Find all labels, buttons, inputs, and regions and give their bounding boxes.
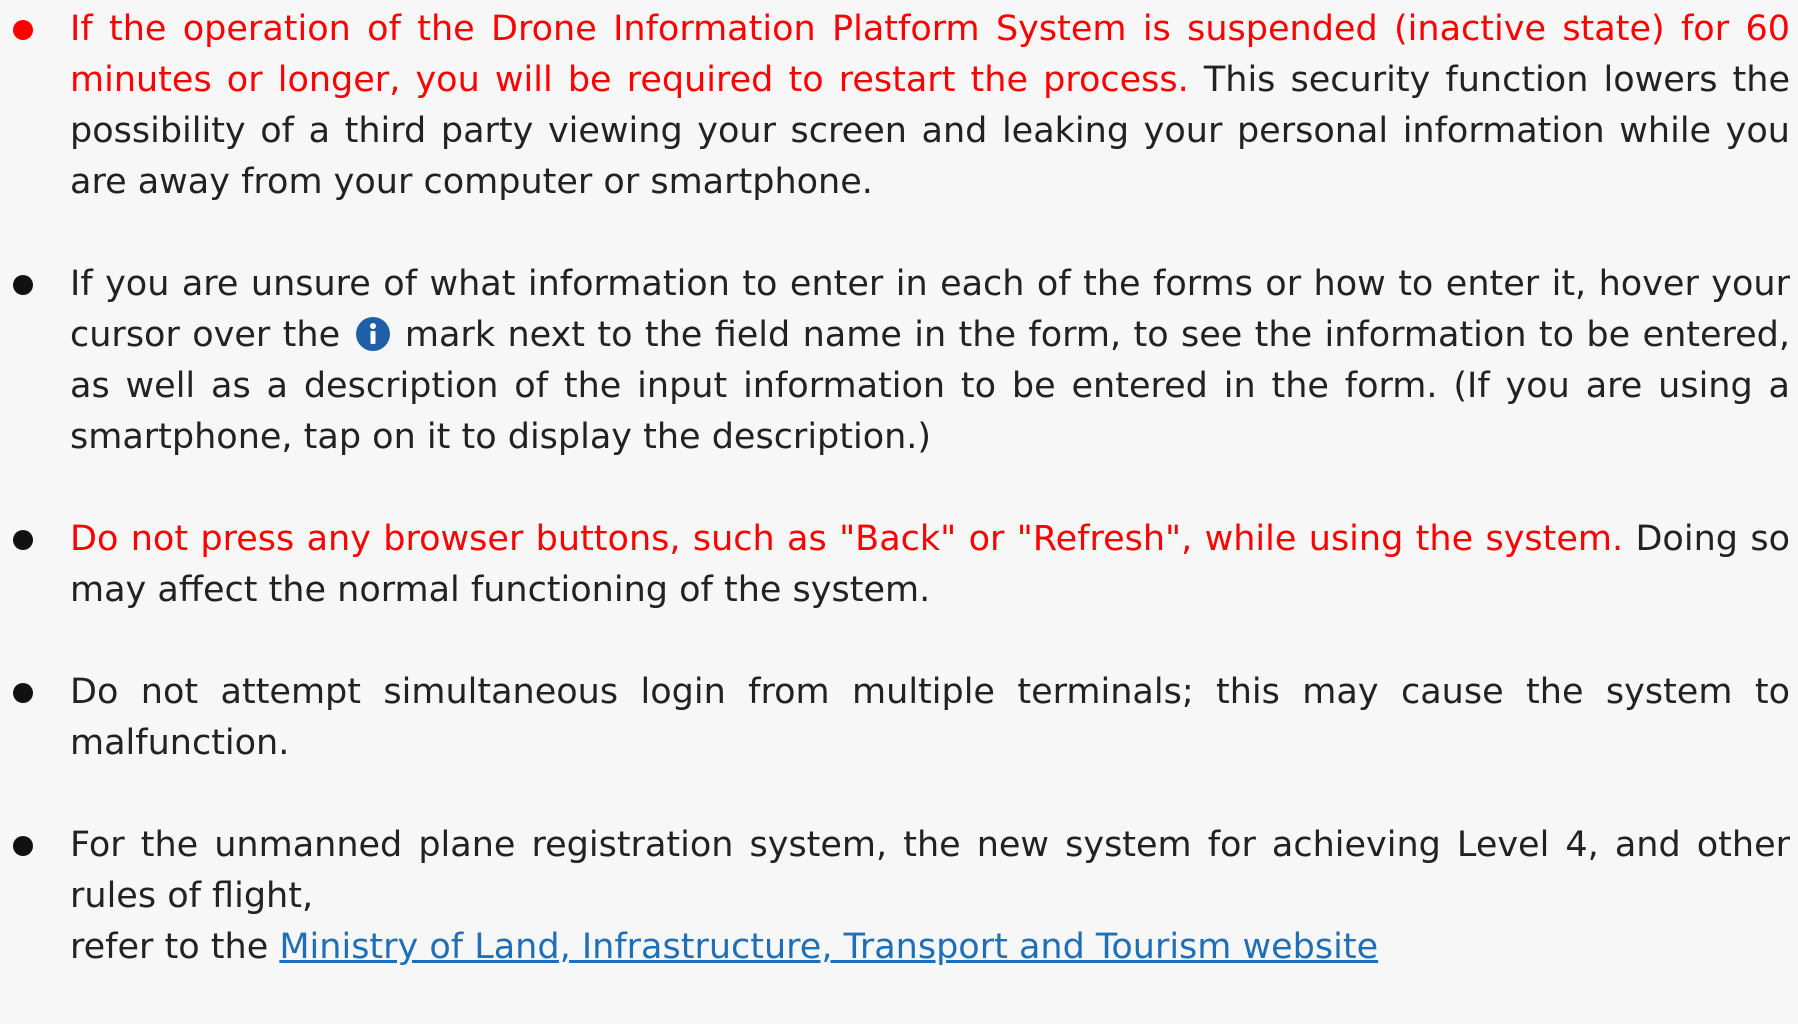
notice-registration-info: For the unmanned plane registration syst… [0,820,1790,973]
bullet-icon [13,836,33,856]
refer-prefix: refer to the [70,927,280,967]
notice-help-tooltip: If you are unsure of what information to… [0,259,1790,463]
notice-browser-buttons: Do not press any browser buttons, such a… [0,514,1790,616]
registration-refer-line: refer to the Ministry of Land, Infrastru… [70,922,1790,973]
mlit-website-link[interactable]: Ministry of Land, Infrastructure, Transp… [279,927,1378,967]
bullet-icon [13,530,33,550]
info-icon [355,317,390,351]
bullet-icon [13,20,33,40]
bullet-icon [13,683,33,703]
notice-simultaneous-login: Do not attempt simultaneous login from m… [0,667,1790,769]
bullet-icon [13,275,33,295]
notice-list: If the operation of the Drone Informatio… [0,4,1790,1024]
simultaneous-login-text: Do not attempt simultaneous login from m… [70,672,1790,763]
browser-buttons-warning: Do not press any browser buttons, such a… [70,519,1624,559]
notice-inactive-timeout: If the operation of the Drone Informatio… [0,4,1790,208]
registration-info-text: For the unmanned plane registration syst… [70,825,1790,916]
